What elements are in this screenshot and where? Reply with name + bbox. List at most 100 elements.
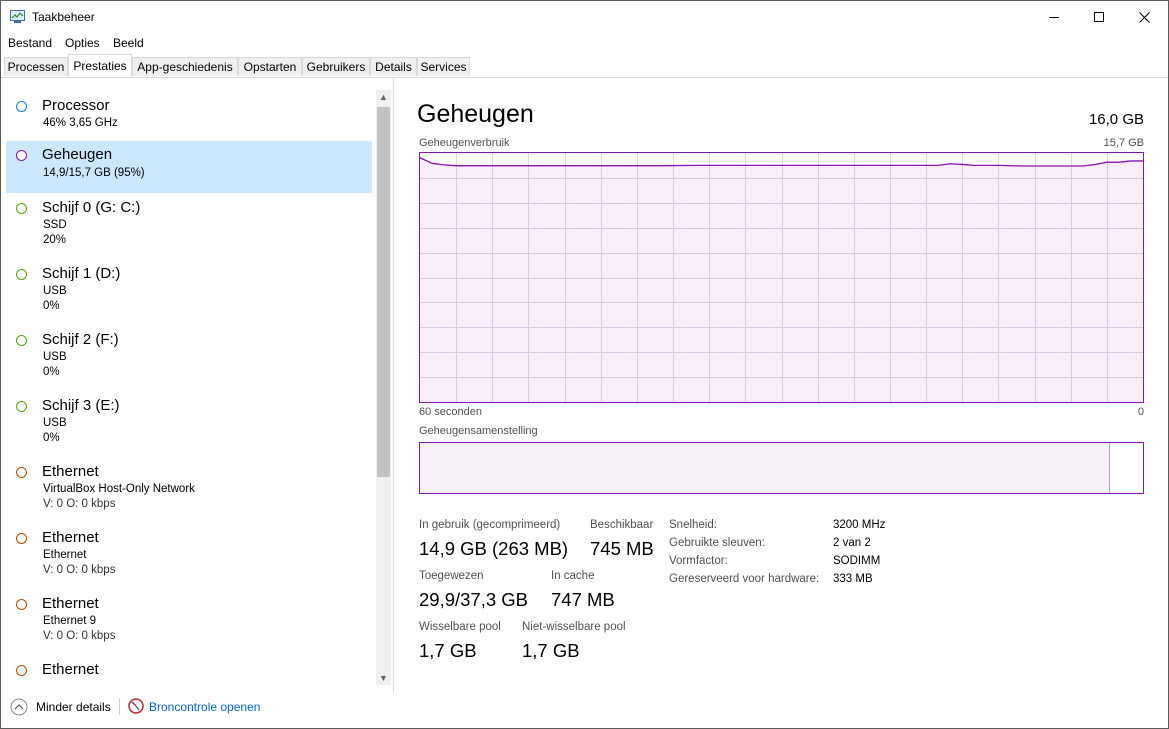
cached-value: 747 MB xyxy=(551,589,615,610)
page-title: Geheugen xyxy=(417,100,534,128)
in-use-value: 14,9 GB (263 MB) xyxy=(419,538,569,559)
sidebar-item-throughput: V: 0 O: 0 kbps xyxy=(43,564,116,576)
sidebar-item-disk-2[interactable]: Schijf 2 (F:) USB 0% xyxy=(6,326,372,386)
committed-value: 29,9/37,3 GB xyxy=(419,589,529,610)
close-button[interactable] xyxy=(1121,1,1167,33)
sidebar-item-detail: 0% xyxy=(43,432,60,444)
sidebar-item-ethernet-virtualbox[interactable]: Ethernet VirtualBox Host-Only Network V:… xyxy=(6,458,372,518)
tab-details[interactable]: Details xyxy=(370,57,417,76)
sidebar-item-throughput: V: 0 O: 0 kbps xyxy=(43,630,116,642)
sidebar-item-detail: 0% xyxy=(43,300,60,312)
task-manager-icon xyxy=(10,10,25,23)
sidebar-item-detail: SSD xyxy=(43,219,67,231)
sidebar-item-name: Ethernet xyxy=(42,595,99,612)
sidebar-item-detail: VirtualBox Host-Only Network xyxy=(43,483,195,495)
sidebar-item-ethernet-partial[interactable]: Ethernet xyxy=(6,656,372,686)
form-factor-value: SODIMM xyxy=(833,555,881,567)
sidebar-item-name: Ethernet xyxy=(42,463,99,480)
maximize-button[interactable] xyxy=(1076,1,1122,33)
sidebar-item-detail: USB xyxy=(43,285,67,297)
footer-divider xyxy=(119,698,120,715)
sidebar-item-detail: Ethernet xyxy=(43,549,87,561)
tab-gebruikers[interactable]: Gebruikers xyxy=(302,57,370,76)
performance-content: Processor 46% 3,65 GHz Geheugen 14,9/15,… xyxy=(1,78,1168,693)
minimize-button[interactable] xyxy=(1031,1,1077,33)
memory-indicator-icon xyxy=(16,150,27,161)
sidebar-item-processor[interactable]: Processor 46% 3,65 GHz xyxy=(6,92,372,144)
available-value: 745 MB xyxy=(590,538,654,559)
tab-services[interactable]: Services xyxy=(417,57,470,76)
disk-indicator-icon xyxy=(16,335,27,346)
sidebar-item-name: Ethernet xyxy=(42,661,99,678)
sidebar-item-detail: Ethernet 9 xyxy=(43,615,97,627)
menu-bestand[interactable]: Bestand xyxy=(8,36,52,50)
scroll-down-icon[interactable]: ▼ xyxy=(376,671,391,685)
sidebar-item-name: Schijf 3 (E:) xyxy=(42,397,120,414)
disk-indicator-icon xyxy=(16,269,27,280)
sidebar-item-name: Schijf 0 (G: C:) xyxy=(42,199,141,216)
memory-total: 16,0 GB xyxy=(1088,111,1144,128)
sidebar-item-disk-3[interactable]: Schijf 3 (E:) USB 0% xyxy=(6,392,372,452)
composition-in-use-segment xyxy=(420,443,1111,493)
sidebar-item-disk-1[interactable]: Schijf 1 (D:) USB 0% xyxy=(6,260,372,320)
time-axis-end-label: 0 xyxy=(1137,406,1144,418)
memory-detail-panel: Geheugen 16,0 GB Geheugenverbruik 15,7 G… xyxy=(394,78,1168,693)
nonpaged-pool-label: Niet-wisselbare pool xyxy=(522,621,626,633)
composition-label: Geheugensamenstelling xyxy=(419,425,538,437)
usage-graph-label: Geheugenverbruik xyxy=(419,137,510,149)
sidebar-item-name: Ethernet xyxy=(42,529,99,546)
window-title: Taakbeheer xyxy=(32,10,95,24)
usage-graph-max-label: 15,7 GB xyxy=(1103,137,1144,149)
close-icon xyxy=(1138,11,1150,23)
tab-app-geschiedenis[interactable]: App-geschiedenis xyxy=(132,57,238,76)
sidebar-item-ethernet-9[interactable]: Ethernet Ethernet 9 V: 0 O: 0 kbps xyxy=(6,590,372,650)
resource-sidebar: Processor 46% 3,65 GHz Geheugen 14,9/15,… xyxy=(1,78,394,693)
paged-pool-value: 1,7 GB xyxy=(419,640,477,661)
sidebar-item-memory[interactable]: Geheugen 14,9/15,7 GB (95%) xyxy=(6,141,372,193)
sidebar-item-detail: 46% 3,65 GHz xyxy=(43,117,118,129)
scrollbar-thumb[interactable] xyxy=(377,107,390,477)
menu-opties[interactable]: Opties xyxy=(65,36,100,50)
sidebar-scrollbar[interactable]: ▲ ▼ xyxy=(376,90,391,685)
fewer-details-link[interactable]: Minder details xyxy=(36,700,111,714)
memory-usage-graph xyxy=(419,152,1144,403)
resource-monitor-link[interactable]: Broncontrole openen xyxy=(149,700,260,714)
tab-processen[interactable]: Processen xyxy=(4,57,68,76)
sidebar-item-name: Geheugen xyxy=(42,146,113,163)
network-indicator-icon xyxy=(16,599,27,610)
slots-label: Gebruikte sleuven: xyxy=(669,537,765,549)
sidebar-item-detail: 14,9/15,7 GB (95%) xyxy=(43,167,145,179)
memory-composition-bar xyxy=(419,442,1144,494)
hardware-reserved-label: Gereserveerd voor hardware: xyxy=(669,573,820,585)
menu-beeld[interactable]: Beeld xyxy=(113,36,144,50)
nonpaged-pool-value: 1,7 GB xyxy=(522,640,580,661)
minimize-icon xyxy=(1049,17,1059,18)
cpu-indicator-icon xyxy=(16,101,27,112)
network-indicator-icon xyxy=(16,665,27,676)
slots-value: 2 van 2 xyxy=(833,537,871,549)
cached-label: In cache xyxy=(551,570,595,582)
available-label: Beschikbaar xyxy=(590,519,654,531)
hardware-reserved-value: 333 MB xyxy=(833,573,873,585)
task-manager-window: Taakbeheer Bestand Opties Beeld Processe… xyxy=(0,0,1169,729)
sidebar-item-ethernet[interactable]: Ethernet Ethernet V: 0 O: 0 kbps xyxy=(6,524,372,584)
tab-prestaties[interactable]: Prestaties xyxy=(68,54,132,77)
memory-usage-chart xyxy=(419,153,1143,402)
memory-usage-area xyxy=(420,157,1143,402)
form-factor-label: Vormfactor: xyxy=(669,555,728,567)
sidebar-item-detail: 0% xyxy=(43,366,60,378)
sidebar-item-disk-0[interactable]: Schijf 0 (G: C:) SSD 20% xyxy=(6,194,372,254)
menu-bar: Bestand Opties Beeld xyxy=(1,33,1168,53)
title-bar[interactable]: Taakbeheer xyxy=(1,1,1168,33)
scroll-up-icon[interactable]: ▲ xyxy=(376,90,391,104)
maximize-icon xyxy=(1094,12,1104,22)
sidebar-item-detail: 20% xyxy=(43,234,67,246)
resource-monitor-icon[interactable] xyxy=(128,698,144,714)
network-indicator-icon xyxy=(16,533,27,544)
committed-label: Toegewezen xyxy=(419,570,484,582)
sidebar-item-name: Schijf 2 (F:) xyxy=(42,331,119,348)
sidebar-item-detail: USB xyxy=(43,351,67,363)
tab-opstarten[interactable]: Opstarten xyxy=(238,57,302,76)
chevron-up-circle-icon[interactable] xyxy=(10,698,28,716)
speed-value: 3200 MHz xyxy=(833,519,886,531)
